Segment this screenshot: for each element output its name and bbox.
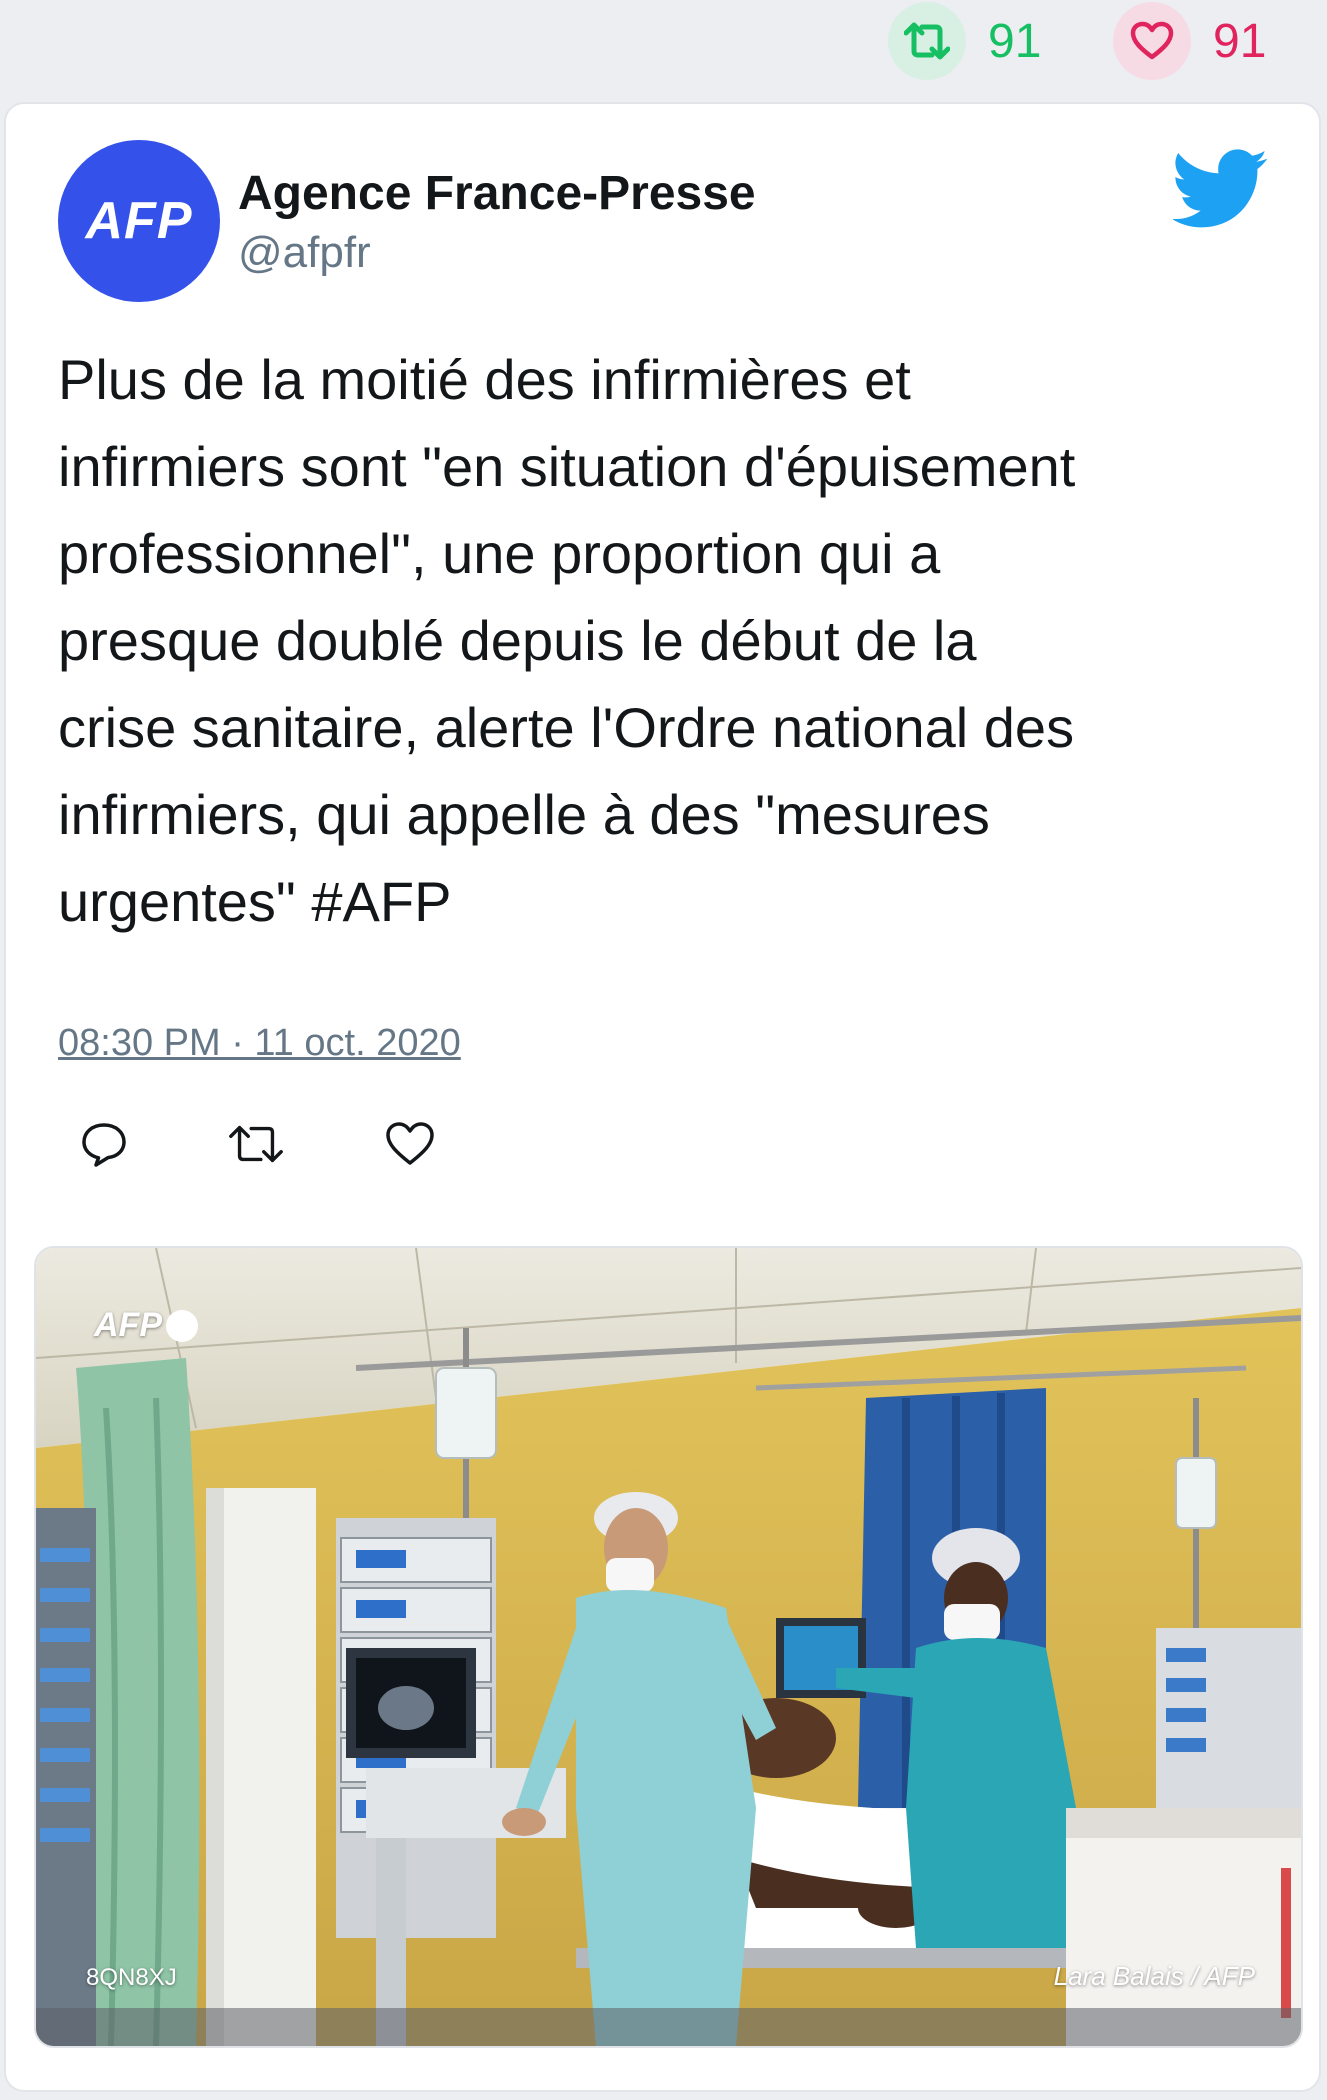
tweet-timestamp[interactable]: 08:30 PM · 11 oct. 2020 xyxy=(58,1022,461,1065)
avatar[interactable]: AFP xyxy=(58,140,220,302)
twitter-bird-icon[interactable] xyxy=(1171,148,1269,230)
retweet-icon[interactable] xyxy=(226,1114,286,1174)
author-handle[interactable]: @afpfr xyxy=(238,228,371,278)
tweet-actions xyxy=(74,1114,440,1174)
avatar-text: AFP xyxy=(85,192,193,250)
like-count: 91 xyxy=(1213,14,1267,68)
photo-credit: Lara Balais / AFP xyxy=(1053,1961,1255,1991)
retweet-count: 91 xyxy=(988,14,1042,68)
reply-icon[interactable] xyxy=(74,1114,134,1174)
photo-agency-logo: AFP xyxy=(94,1306,198,1345)
retweet-counter[interactable]: 91 xyxy=(888,2,1041,80)
like-counter[interactable]: 91 xyxy=(1113,2,1266,80)
photo-logo-text: AFP xyxy=(94,1306,162,1344)
logo-dot-icon xyxy=(166,1309,198,1342)
tweet-text: Plus de la moitié des infirmières et inf… xyxy=(58,348,1076,933)
hospital-photo xyxy=(36,1248,1301,2046)
retweet-icon[interactable] xyxy=(888,2,966,80)
photo-code: 8QN8XJ xyxy=(86,1964,177,1991)
tweet-card[interactable]: AFP Agence France-Presse @afpfr Plus de … xyxy=(4,102,1321,2092)
tweet-photo[interactable]: AFP 8QN8XJ Lara Balais / AFP xyxy=(34,1246,1303,2048)
engagement-counters: 91 91 xyxy=(0,0,1327,100)
heart-icon[interactable] xyxy=(1113,2,1191,80)
heart-icon[interactable] xyxy=(380,1114,440,1174)
author-name[interactable]: Agence France-Presse xyxy=(238,166,756,221)
